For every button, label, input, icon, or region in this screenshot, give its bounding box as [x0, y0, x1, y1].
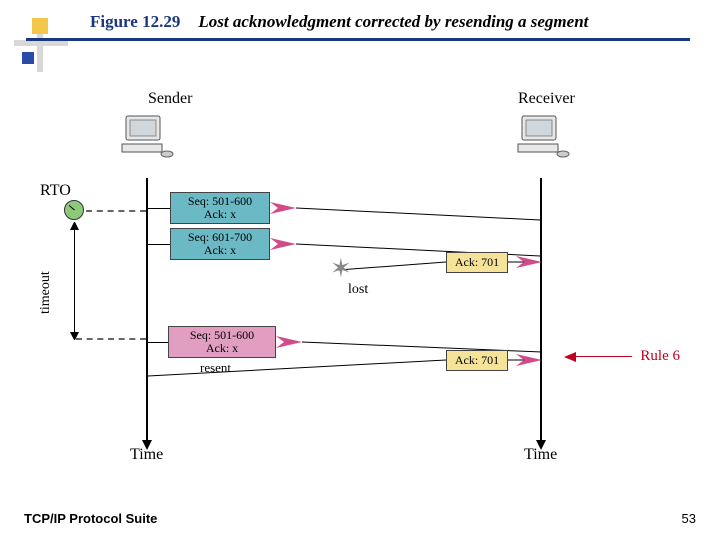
figure-caption: Lost acknowledgment corrected by resendi… — [198, 12, 588, 31]
diagram-area: Sender Receiver Time Time RTO timeout Se… — [40, 90, 680, 450]
ack2-arrow — [148, 352, 542, 380]
slide-decor — [14, 18, 68, 77]
page-number: 53 — [682, 511, 696, 526]
timeout-label: timeout — [38, 271, 54, 314]
receiver-computer-icon — [516, 114, 564, 169]
figure-title: Figure 12.29 Lost acknowledgment correct… — [90, 12, 690, 32]
rto-end-dash — [76, 338, 146, 340]
receiver-timeline — [540, 178, 542, 442]
title-underline — [26, 38, 690, 41]
receiver-time-label: Time — [524, 446, 557, 464]
segment-1-ack: Ack: x — [175, 208, 265, 221]
receiver-label: Receiver — [518, 90, 575, 108]
seg3-line-left — [148, 342, 168, 343]
rto-start-dash — [86, 210, 146, 212]
footer-suite: TCP/IP Protocol Suite — [24, 511, 157, 526]
sender-timeline — [146, 178, 148, 442]
figure-number: Figure 12.29 — [90, 12, 180, 31]
timer-icon — [64, 200, 84, 220]
rule6-label: Rule 6 — [640, 348, 680, 365]
lost-label: lost — [348, 282, 368, 298]
seg2-line-left — [148, 244, 170, 245]
rule6-arrowhead — [564, 352, 576, 362]
segment-2: Seq: 601-700 Ack: x — [170, 228, 270, 260]
segment-1: Seq: 501-600 Ack: x — [170, 192, 270, 224]
rule6-line — [572, 356, 632, 357]
sender-computer-icon — [120, 114, 168, 169]
sender-time-label: Time — [130, 446, 163, 464]
lost-star-icon: ✶ — [330, 254, 352, 284]
rto-label: RTO — [40, 182, 71, 200]
ack1-arrow — [338, 256, 542, 276]
seg1-arrow — [270, 202, 540, 226]
sender-label: Sender — [148, 90, 192, 108]
timeout-track — [74, 226, 75, 334]
seg1-line-left — [148, 208, 170, 209]
segment-2-ack: Ack: x — [175, 244, 265, 257]
